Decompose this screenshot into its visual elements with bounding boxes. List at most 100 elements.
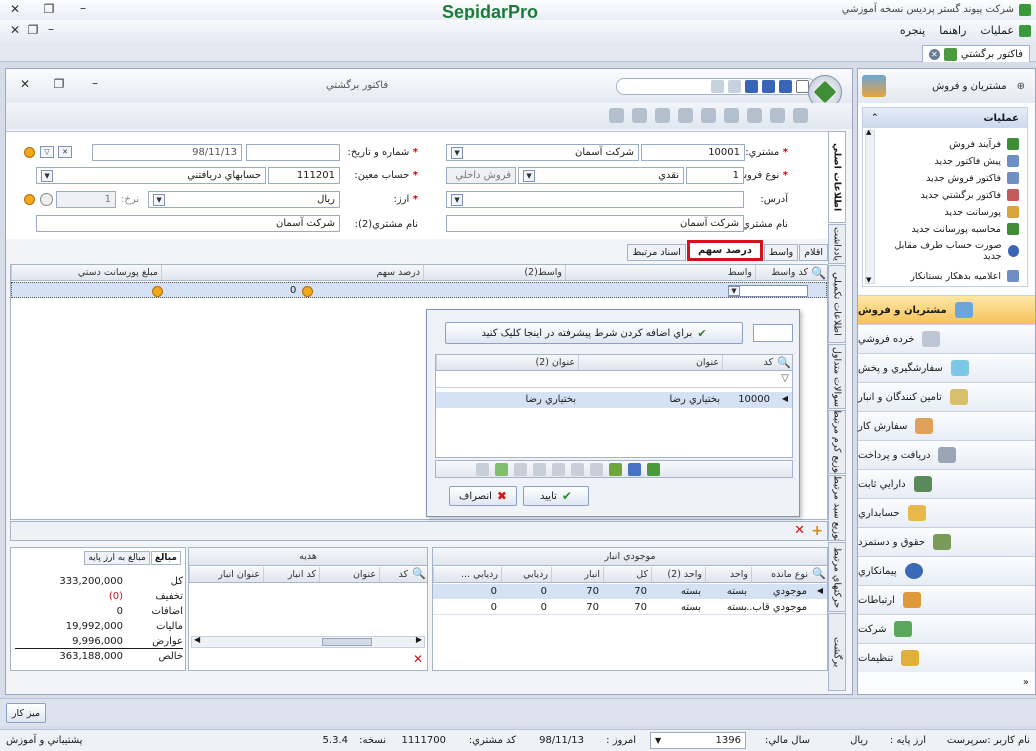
mdi-minimize-icon[interactable]: –	[42, 22, 60, 36]
save-new-icon[interactable]	[779, 80, 792, 93]
currency-dropdown-icon[interactable]: ▼	[153, 193, 165, 206]
grid-search-icon[interactable]: 🔍	[811, 266, 826, 280]
refresh-icon[interactable]	[724, 108, 739, 123]
nav-suppliers[interactable]: تامين کنندگان و انبار	[858, 382, 1035, 411]
filter-icon[interactable]: ▽	[40, 146, 54, 158]
vtab-related-cream[interactable]: توزيع کرم مرتبط	[828, 410, 846, 475]
previous-icon[interactable]	[632, 108, 647, 123]
stock-row-1[interactable]: ◀ موجودي بسته بسته 70 70 0 0	[433, 584, 827, 599]
gift-col-code[interactable]: کد	[379, 567, 411, 582]
close-icon[interactable]: ✕	[6, 2, 24, 16]
address-field[interactable]: ▼	[446, 191, 744, 208]
filter-blue-icon[interactable]	[628, 462, 641, 476]
vtab-related-moves[interactable]: حرکتهاي مرتبط	[828, 542, 846, 613]
delete-row-icon[interactable]: ✕	[794, 523, 805, 538]
broker-code-editor[interactable]	[728, 285, 808, 297]
clear-icon[interactable]: ✕	[58, 146, 72, 158]
fiscal-year-select[interactable]: ▼ 1396	[650, 732, 746, 749]
stock-col-store[interactable]: انبار	[551, 567, 603, 582]
calculator-icon[interactable]	[770, 108, 785, 123]
customer-display-name-field[interactable]: شرکت آسمان	[446, 215, 744, 232]
sale-type-dropdown-icon[interactable]: ▼	[523, 169, 535, 182]
desktop-button[interactable]: ميز کار	[6, 703, 46, 723]
op-new-commission[interactable]: پورسانت جديد	[945, 204, 1019, 220]
tab-related-docs[interactable]: اسناد مرتبط	[627, 244, 686, 261]
lookup-col-title[interactable]: عنوان	[578, 355, 722, 370]
stock-search-icon[interactable]: 🔍	[812, 567, 826, 580]
export-excel-icon[interactable]	[495, 462, 508, 476]
stock-col-track2[interactable]: رديابي ...	[433, 567, 501, 582]
lookup-search-icon[interactable]: 🔍	[777, 356, 791, 369]
col-share-percent[interactable]: درصد سهم	[161, 265, 423, 280]
nav-retail[interactable]: خرده فروشي	[858, 324, 1035, 353]
columns-icon[interactable]	[533, 462, 546, 476]
lookup-col-code[interactable]: کد	[722, 355, 776, 370]
op-debit-credit-note[interactable]: اعلاميه بدهکار بستانکار	[910, 268, 1019, 284]
window-close-icon[interactable]: ✕	[16, 77, 34, 91]
vtab-main-info[interactable]: اطلاعات اصلي	[828, 131, 846, 223]
nav-settings[interactable]: تنظيمات	[858, 643, 1035, 672]
op-new-proforma[interactable]: پيش فاکتور جديد	[935, 153, 1019, 169]
op-sales-process[interactable]: فرآيند فروش	[949, 136, 1019, 152]
pin-icon[interactable]: ⊕	[1017, 81, 1025, 92]
menu-help[interactable]: راهنما	[939, 24, 966, 37]
share-percent-value[interactable]: 0	[290, 285, 296, 296]
share-grid-row[interactable]: ▼ 0	[11, 282, 827, 298]
save-icon[interactable]	[745, 80, 758, 93]
gift-scrollbar[interactable]: ◀ ▶	[191, 635, 425, 648]
customer-dropdown-icon[interactable]: ▼	[451, 146, 463, 159]
nav-work-order[interactable]: سفارش کار	[858, 411, 1035, 440]
gift-col-title[interactable]: عنوان	[319, 567, 379, 582]
gift-col-store-title[interactable]: عنوان انبار	[189, 567, 263, 582]
op-new-invoice[interactable]: فاکتور فروش جديد	[926, 170, 1019, 186]
vtab-faq[interactable]: سوالات متداول	[828, 343, 846, 410]
invoice-date-field[interactable]: 98/11/13	[92, 144, 242, 161]
last-icon[interactable]	[678, 108, 693, 123]
collapse-icon[interactable]: ⌃	[871, 113, 879, 123]
next-icon[interactable]	[655, 108, 670, 123]
col-broker2[interactable]: واسط(2)	[423, 265, 565, 280]
delete-icon[interactable]	[701, 108, 716, 123]
tab-broker[interactable]: واسط	[764, 244, 799, 261]
col-broker-code[interactable]: کد واسط	[755, 265, 811, 280]
nav-contracting[interactable]: پيمانکاري	[858, 556, 1035, 585]
fiscal-year-dropdown-icon[interactable]: ▼	[655, 736, 661, 745]
op-calc-commission[interactable]: محاسبه پورسانت جديد	[911, 221, 1019, 237]
status-support-link[interactable]: پشتيباني و آموزش	[6, 735, 82, 746]
reload-icon[interactable]	[647, 462, 660, 476]
mdi-restore-icon[interactable]: ❐	[24, 23, 42, 37]
group-icon[interactable]	[590, 462, 603, 476]
minimize-icon[interactable]: –	[74, 1, 92, 15]
nav-receive-pay[interactable]: دريافت و پرداخت	[858, 440, 1035, 469]
nav-sales[interactable]: مشتريان و فروش	[858, 295, 1035, 324]
scroll-right-icon[interactable]: ▶	[416, 635, 422, 644]
attach-icon[interactable]	[747, 108, 762, 123]
vtab-return[interactable]: برگشت	[828, 613, 846, 691]
resize-icon[interactable]	[552, 462, 565, 476]
vtab-extra-info[interactable]: اطلاعات تکميلي	[828, 264, 846, 343]
rate-calc-icon[interactable]	[40, 193, 53, 206]
op-statement[interactable]: صورت حساب طرف مقابل جديد	[879, 238, 1019, 264]
scroll-down-icon[interactable]: ▼	[866, 276, 871, 284]
operations-scrollbar[interactable]: ▲ ▼	[865, 128, 875, 284]
ok-button[interactable]: ✔ تاييد	[523, 486, 589, 506]
print-grid-icon[interactable]	[514, 462, 527, 476]
restore-icon[interactable]: ❐	[40, 2, 58, 16]
sale-type-code-field[interactable]: 1	[686, 167, 744, 184]
totals-tab-base-currency[interactable]: مبالغ به ارز پايه	[84, 551, 150, 565]
add-row-icon[interactable]: +	[811, 523, 823, 539]
filter-value-box[interactable]	[753, 324, 793, 342]
stock-col-unit2[interactable]: واحد (2)	[651, 567, 705, 582]
nav-ordering[interactable]: سفارشگيري و پخش	[858, 353, 1035, 382]
tab-close-icon[interactable]: ✕	[928, 48, 940, 60]
currency-field[interactable]: ريال ▼	[148, 191, 340, 208]
gift-delete-icon[interactable]: ✕	[413, 652, 423, 666]
customer-name2-field[interactable]: شرکت آسمان	[36, 215, 340, 232]
nav-accounting[interactable]: حسابداري	[858, 498, 1035, 527]
stock-col-total[interactable]: کل	[603, 567, 651, 582]
tab-share-percent[interactable]: درصد سهم	[686, 240, 764, 261]
stock-row-2[interactable]: موجودي قاب... بسته بسته 70 70 0 0	[433, 600, 827, 615]
account-name-field[interactable]: حسابهاي دريافتني ▼	[36, 167, 266, 184]
nav-communications[interactable]: ارتباطات	[858, 585, 1035, 614]
vtab-notes[interactable]: يادداشت	[828, 223, 846, 264]
